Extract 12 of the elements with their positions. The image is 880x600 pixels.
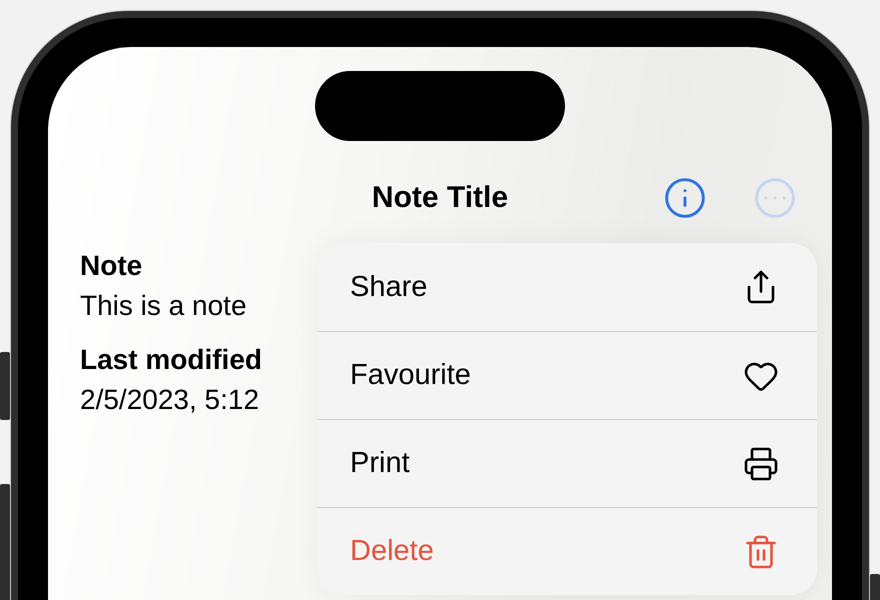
info-icon <box>663 175 707 221</box>
nav-title: Note Title <box>372 181 508 215</box>
field-value: 2/5/2023, 5:12 <box>80 384 260 416</box>
field-label: Note <box>80 250 142 282</box>
printer-icon <box>743 446 779 482</box>
menu-item[interactable]: Share <box>317 243 817 331</box>
field-value: This is a note <box>80 290 247 322</box>
menu-item[interactable]: Favourite <box>317 331 817 419</box>
menu-item[interactable]: Print <box>317 419 817 507</box>
more-icon <box>753 175 797 221</box>
field-label: Last modified <box>80 344 262 376</box>
info-button[interactable] <box>663 176 707 220</box>
